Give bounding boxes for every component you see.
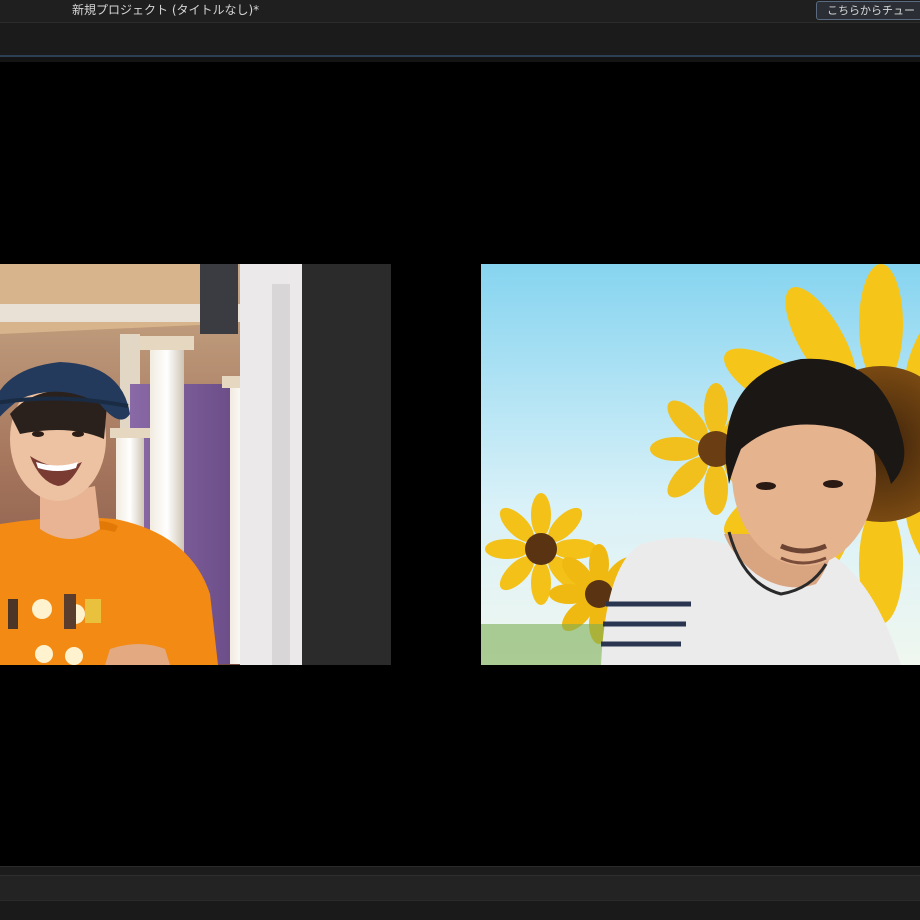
timeline-controls-bar (0, 875, 920, 900)
project-title: 新規プロジェクト (タイトルなし)* (72, 3, 260, 17)
preview-canvas[interactable] (0, 62, 920, 866)
participant-right-image (481, 264, 920, 665)
video-editor-window: 新規プロジェクト (タイトルなし)* こちらからチュー (0, 0, 920, 920)
timeline-header-strip (0, 866, 920, 875)
tutorial-button[interactable]: こちらからチュー (816, 1, 920, 20)
toolbar (0, 23, 920, 55)
video-tile-right (481, 264, 920, 665)
participant-left-image (0, 264, 391, 665)
video-tile-left (0, 264, 391, 665)
timeline-track-strip (0, 900, 920, 920)
title-bar: 新規プロジェクト (タイトルなし)* こちらからチュー (0, 0, 920, 23)
